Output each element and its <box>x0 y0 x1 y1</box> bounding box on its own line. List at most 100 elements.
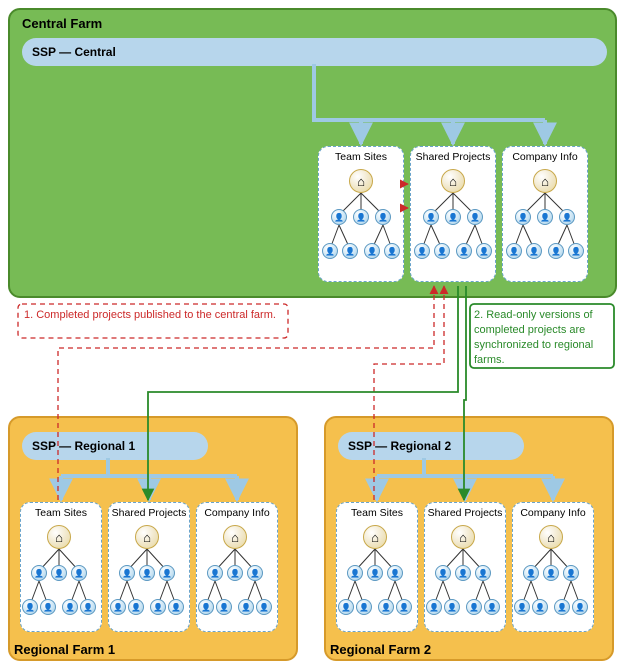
site-tree: ⌂👤👤👤👤👤👤👤 <box>198 521 276 629</box>
user-icon: 👤 <box>62 599 78 615</box>
site-tree: ⌂👤👤👤👤👤👤👤 <box>426 521 504 629</box>
diagram-canvas: Central Farm SSP — Central SSP — Regiona… <box>8 8 617 661</box>
user-icon: 👤 <box>506 243 522 259</box>
user-icon: 👤 <box>51 565 67 581</box>
user-icon: 👤 <box>434 243 450 259</box>
user-icon: 👤 <box>532 599 548 615</box>
user-icon: 👤 <box>466 599 482 615</box>
site-label: Team Sites <box>35 507 87 519</box>
r1-site-shared: Shared Projects ⌂👤👤👤👤👤👤👤 <box>108 502 190 632</box>
user-icon: 👤 <box>338 599 354 615</box>
user-icon: 👤 <box>444 599 460 615</box>
user-icon: 👤 <box>198 599 214 615</box>
home-icon: ⌂ <box>223 525 247 549</box>
home-icon: ⌂ <box>47 525 71 549</box>
r1-site-company: Company Info ⌂👤👤👤👤👤👤👤 <box>196 502 278 632</box>
user-icon: 👤 <box>423 209 439 225</box>
user-icon: 👤 <box>543 565 559 581</box>
user-icon: 👤 <box>22 599 38 615</box>
user-icon: 👤 <box>71 565 87 581</box>
user-icon: 👤 <box>396 599 412 615</box>
user-icon: 👤 <box>523 565 539 581</box>
user-icon: 👤 <box>353 209 369 225</box>
user-icon: 👤 <box>150 599 166 615</box>
user-icon: 👤 <box>554 599 570 615</box>
user-icon: 👤 <box>227 565 243 581</box>
user-icon: 👤 <box>378 599 394 615</box>
user-icon: 👤 <box>207 565 223 581</box>
user-icon: 👤 <box>322 243 338 259</box>
site-label: Shared Projects <box>416 151 491 163</box>
user-icon: 👤 <box>139 565 155 581</box>
user-icon: 👤 <box>484 599 500 615</box>
user-icon: 👤 <box>110 599 126 615</box>
user-icon: 👤 <box>572 599 588 615</box>
user-icon: 👤 <box>526 243 542 259</box>
user-icon: 👤 <box>456 243 472 259</box>
user-icon: 👤 <box>80 599 96 615</box>
user-icon: 👤 <box>476 243 492 259</box>
r2-site-shared: Shared Projects ⌂👤👤👤👤👤👤👤 <box>424 502 506 632</box>
user-icon: 👤 <box>364 243 380 259</box>
central-site-company: Company Info ⌂👤👤👤👤👤👤👤 <box>502 146 588 282</box>
home-icon: ⌂ <box>349 169 373 193</box>
r2-site-team: Team Sites ⌂👤👤👤👤👤👤👤 <box>336 502 418 632</box>
central-farm-title: Central Farm <box>22 16 102 31</box>
site-label: Shared Projects <box>428 507 503 519</box>
ssp-central: SSP — Central <box>22 38 607 66</box>
annotation-publish: 1. Completed projects published to the c… <box>24 308 304 323</box>
user-icon: 👤 <box>414 243 430 259</box>
user-icon: 👤 <box>216 599 232 615</box>
ssp-regional-2-label: SSP — Regional 2 <box>348 439 451 453</box>
user-icon: 👤 <box>445 209 461 225</box>
ssp-regional-1: SSP — Regional 1 <box>22 432 208 460</box>
ssp-central-label: SSP — Central <box>32 45 116 59</box>
user-icon: 👤 <box>475 565 491 581</box>
user-icon: 👤 <box>31 565 47 581</box>
user-icon: 👤 <box>384 243 400 259</box>
site-tree: ⌂👤👤👤👤👤👤👤 <box>414 165 492 273</box>
user-icon: 👤 <box>159 565 175 581</box>
ssp-regional-1-label: SSP — Regional 1 <box>32 439 135 453</box>
regional-farm-2-title: Regional Farm 2 <box>330 642 431 657</box>
user-icon: 👤 <box>168 599 184 615</box>
user-icon: 👤 <box>119 565 135 581</box>
home-icon: ⌂ <box>539 525 563 549</box>
site-tree: ⌂👤👤👤👤👤👤👤 <box>506 165 584 273</box>
user-icon: 👤 <box>256 599 272 615</box>
site-label: Team Sites <box>351 507 403 519</box>
site-tree: ⌂👤👤👤👤👤👤👤 <box>338 521 416 629</box>
site-label: Company Info <box>520 507 585 519</box>
site-label: Team Sites <box>335 151 387 163</box>
site-label: Company Info <box>512 151 577 163</box>
site-label: Company Info <box>204 507 269 519</box>
site-tree: ⌂👤👤👤👤👤👤👤 <box>514 521 592 629</box>
site-tree: ⌂👤👤👤👤👤👤👤 <box>110 521 188 629</box>
home-icon: ⌂ <box>363 525 387 549</box>
ssp-regional-2: SSP — Regional 2 <box>338 432 524 460</box>
user-icon: 👤 <box>426 599 442 615</box>
home-icon: ⌂ <box>441 169 465 193</box>
r2-site-company: Company Info ⌂👤👤👤👤👤👤👤 <box>512 502 594 632</box>
user-icon: 👤 <box>375 209 391 225</box>
user-icon: 👤 <box>387 565 403 581</box>
site-tree: ⌂👤👤👤👤👤👤👤 <box>22 521 100 629</box>
annotation-sync: 2. Read-only versions of completed proje… <box>474 308 614 367</box>
user-icon: 👤 <box>238 599 254 615</box>
user-icon: 👤 <box>514 599 530 615</box>
user-icon: 👤 <box>247 565 263 581</box>
user-icon: 👤 <box>356 599 372 615</box>
user-icon: 👤 <box>467 209 483 225</box>
home-icon: ⌂ <box>451 525 475 549</box>
user-icon: 👤 <box>342 243 358 259</box>
user-icon: 👤 <box>568 243 584 259</box>
user-icon: 👤 <box>367 565 383 581</box>
user-icon: 👤 <box>559 209 575 225</box>
user-icon: 👤 <box>128 599 144 615</box>
regional-farm-1-title: Regional Farm 1 <box>14 642 115 657</box>
user-icon: 👤 <box>347 565 363 581</box>
central-site-team: Team Sites ⌂👤👤👤👤👤👤👤 <box>318 146 404 282</box>
user-icon: 👤 <box>331 209 347 225</box>
site-tree: ⌂👤👤👤👤👤👤👤 <box>322 165 400 273</box>
user-icon: 👤 <box>537 209 553 225</box>
